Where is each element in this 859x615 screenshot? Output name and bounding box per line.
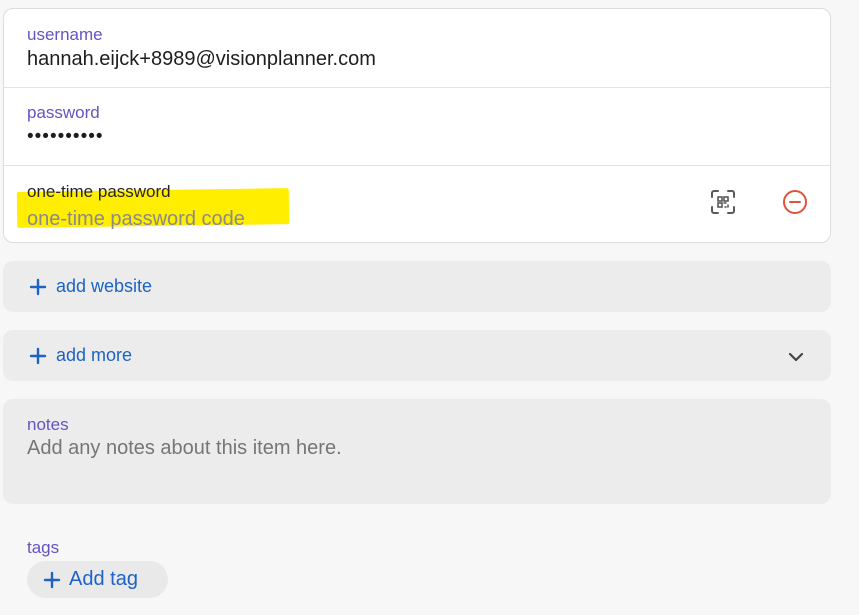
plus-icon bbox=[29, 347, 47, 364]
expand-button[interactable] bbox=[787, 348, 805, 366]
username-field[interactable]: hannah.eijck+8989@visionplanner.com bbox=[27, 48, 376, 71]
add-more-label: add more bbox=[56, 345, 133, 365]
add-website-label: add website bbox=[56, 276, 153, 296]
notes-panel: notes bbox=[3, 399, 831, 504]
item-editor: username hannah.eijck+8989@visionplanner… bbox=[0, 0, 859, 615]
scan-qr-button[interactable] bbox=[707, 186, 739, 218]
otp-input[interactable] bbox=[27, 206, 307, 232]
credentials-card: username hannah.eijck+8989@visionplanner… bbox=[3, 8, 831, 243]
add-website-button[interactable]: add website bbox=[29, 276, 152, 297]
username-label: username bbox=[27, 25, 103, 44]
tags-label: tags bbox=[27, 538, 60, 557]
chevron-down-icon bbox=[788, 352, 804, 362]
plus-icon bbox=[29, 278, 47, 295]
password-label: password bbox=[27, 103, 100, 122]
add-tag-button[interactable]: Add tag bbox=[27, 561, 168, 598]
qr-scan-icon bbox=[711, 190, 735, 214]
remove-otp-button[interactable] bbox=[779, 186, 811, 218]
add-more-button[interactable]: add more bbox=[29, 345, 132, 366]
password-row[interactable]: password •••••••••• bbox=[4, 87, 830, 165]
add-website-panel: add website bbox=[3, 261, 831, 312]
add-more-panel[interactable]: add more bbox=[3, 330, 831, 381]
plus-icon bbox=[43, 571, 61, 588]
remove-circle-icon bbox=[783, 190, 807, 214]
username-row[interactable]: username hannah.eijck+8989@visionplanner… bbox=[4, 9, 830, 87]
otp-label: one-time password bbox=[27, 182, 171, 201]
otp-row: one-time password bbox=[4, 165, 830, 242]
password-field[interactable]: •••••••••• bbox=[27, 126, 104, 148]
notes-label: notes bbox=[27, 415, 69, 434]
notes-input[interactable] bbox=[27, 437, 807, 492]
add-tag-label: Add tag bbox=[69, 568, 138, 590]
